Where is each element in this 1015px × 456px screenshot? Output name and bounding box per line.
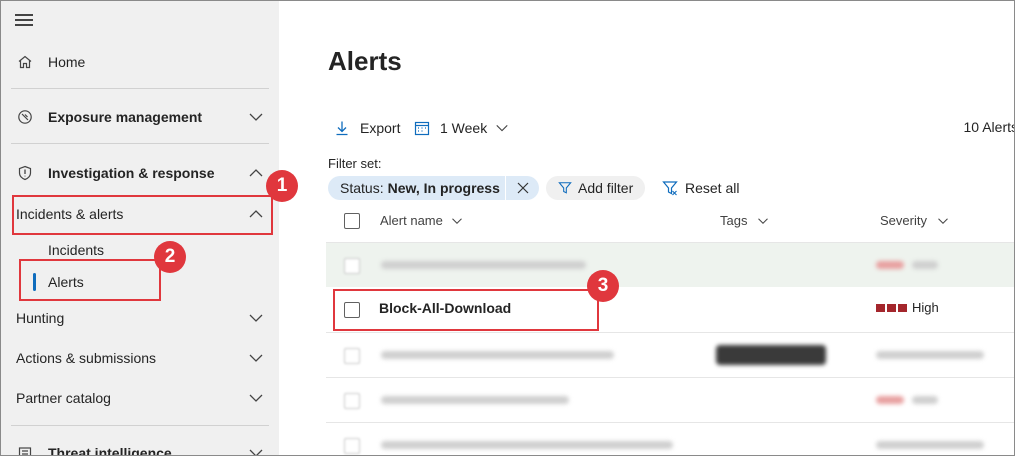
severity-high-icon <box>876 304 907 312</box>
nav-exposure-label: Exposure management <box>48 109 203 125</box>
table-header: Alert name Tags Severity <box>326 207 1014 235</box>
blurred-alert-name <box>381 396 569 404</box>
time-range-dropdown[interactable]: 1 Week <box>414 117 509 139</box>
export-button[interactable]: Export <box>334 117 400 139</box>
chevron-down-icon <box>496 124 508 132</box>
blurred-tag <box>716 345 826 365</box>
chevron-down-icon <box>249 449 263 455</box>
nav-threat-label: Threat intelligence <box>48 445 172 456</box>
nav-actions-label: Actions & submissions <box>16 350 157 366</box>
severity-label: High <box>912 300 939 315</box>
annotation-box-2 <box>19 259 161 301</box>
nav-investigation-label: Investigation & response <box>48 165 215 181</box>
blurred-severity <box>876 351 984 359</box>
blurred-alert-name <box>381 261 586 269</box>
shield-icon <box>16 164 34 182</box>
chevron-down-icon <box>758 217 769 224</box>
chevron-down-icon <box>249 314 263 322</box>
download-icon <box>336 121 348 136</box>
status-filter-value: New, In progress <box>387 180 500 196</box>
row-checkbox[interactable] <box>344 348 360 364</box>
chevron-down-icon <box>249 394 263 402</box>
annotation-box-3 <box>333 289 599 331</box>
alert-count: 10 Alerts <box>963 119 1015 135</box>
row-checkbox[interactable] <box>344 258 360 274</box>
nav-actions-submissions[interactable]: Actions & submissions <box>1 340 279 376</box>
blurred-alert-name <box>381 441 673 449</box>
divider <box>11 425 269 426</box>
filter-add-icon <box>558 182 572 194</box>
blurred-severity <box>876 441 984 449</box>
export-label: Export <box>360 120 401 136</box>
blurred-severity-label <box>912 261 938 269</box>
table-row[interactable] <box>326 332 1014 377</box>
nav-hunting-label: Hunting <box>16 310 65 326</box>
add-filter-button[interactable]: Add filter <box>546 176 646 200</box>
blurred-severity-dots <box>876 261 904 269</box>
main-content: Alerts Export 1 Week 10 Alerts Filter se… <box>279 1 1015 455</box>
column-severity[interactable]: Severity <box>880 213 949 228</box>
annotation-box-1 <box>12 195 273 235</box>
nav-hunting[interactable]: Hunting <box>1 300 279 336</box>
select-all-checkbox[interactable] <box>344 213 360 229</box>
exposure-icon <box>16 108 34 126</box>
page-title: Alerts <box>328 46 402 76</box>
reset-all-label: Reset all <box>685 180 740 196</box>
nav-investigation-response[interactable]: Investigation & response <box>1 155 279 191</box>
app-window: Home Exposure management Investigation &… <box>0 0 1015 456</box>
filter-reset-icon <box>662 181 678 196</box>
nav-home-label: Home <box>48 54 86 70</box>
blurred-alert-name <box>381 351 614 359</box>
chevron-down-icon <box>938 217 948 224</box>
nav-partner-label: Partner catalog <box>16 390 111 406</box>
column-severity-label: Severity <box>880 213 927 228</box>
reset-all-button[interactable]: Reset all <box>662 177 739 199</box>
status-filter-key: Status: <box>340 180 384 196</box>
add-filter-label: Add filter <box>578 180 634 196</box>
nav-exposure-management[interactable]: Exposure management <box>1 99 279 135</box>
remove-filter-button[interactable] <box>505 176 539 200</box>
nav-home[interactable]: Home <box>1 44 279 80</box>
column-alert-name-label: Alert name <box>380 213 443 228</box>
nav-threat-intelligence[interactable]: Threat intelligence <box>1 435 279 456</box>
table-row[interactable] <box>326 422 1014 455</box>
time-range-label: 1 Week <box>440 120 488 136</box>
column-tags[interactable]: Tags <box>720 213 769 228</box>
threat-intel-icon <box>16 444 34 455</box>
nav-partner-catalog[interactable]: Partner catalog <box>1 380 279 416</box>
calendar-icon <box>414 121 430 136</box>
row-checkbox[interactable] <box>344 393 360 409</box>
close-icon <box>517 182 529 194</box>
row-checkbox[interactable] <box>344 438 360 454</box>
table-row[interactable] <box>326 377 1014 422</box>
blurred-severity-label <box>912 396 938 404</box>
status-filter-pill[interactable]: Status: New, In progress <box>328 176 539 200</box>
column-alert-name[interactable]: Alert name <box>380 213 463 228</box>
home-icon <box>16 53 34 71</box>
hamburger-menu-icon[interactable] <box>15 14 33 28</box>
annotation-marker-1: 1 <box>266 170 298 202</box>
annotation-marker-2: 2 <box>154 241 186 273</box>
divider <box>11 143 269 144</box>
chevron-down-icon <box>452 217 462 224</box>
blurred-severity-dots <box>876 396 904 404</box>
table-row[interactable] <box>326 242 1014 287</box>
chevron-down-icon <box>249 113 263 121</box>
chevron-up-icon <box>249 169 263 177</box>
column-tags-label: Tags <box>720 213 748 228</box>
chevron-down-icon <box>249 354 263 362</box>
filter-set-label: Filter set: <box>328 156 382 171</box>
nav-incidents-label: Incidents <box>48 242 105 258</box>
divider <box>11 88 269 89</box>
annotation-marker-3: 3 <box>587 270 619 302</box>
